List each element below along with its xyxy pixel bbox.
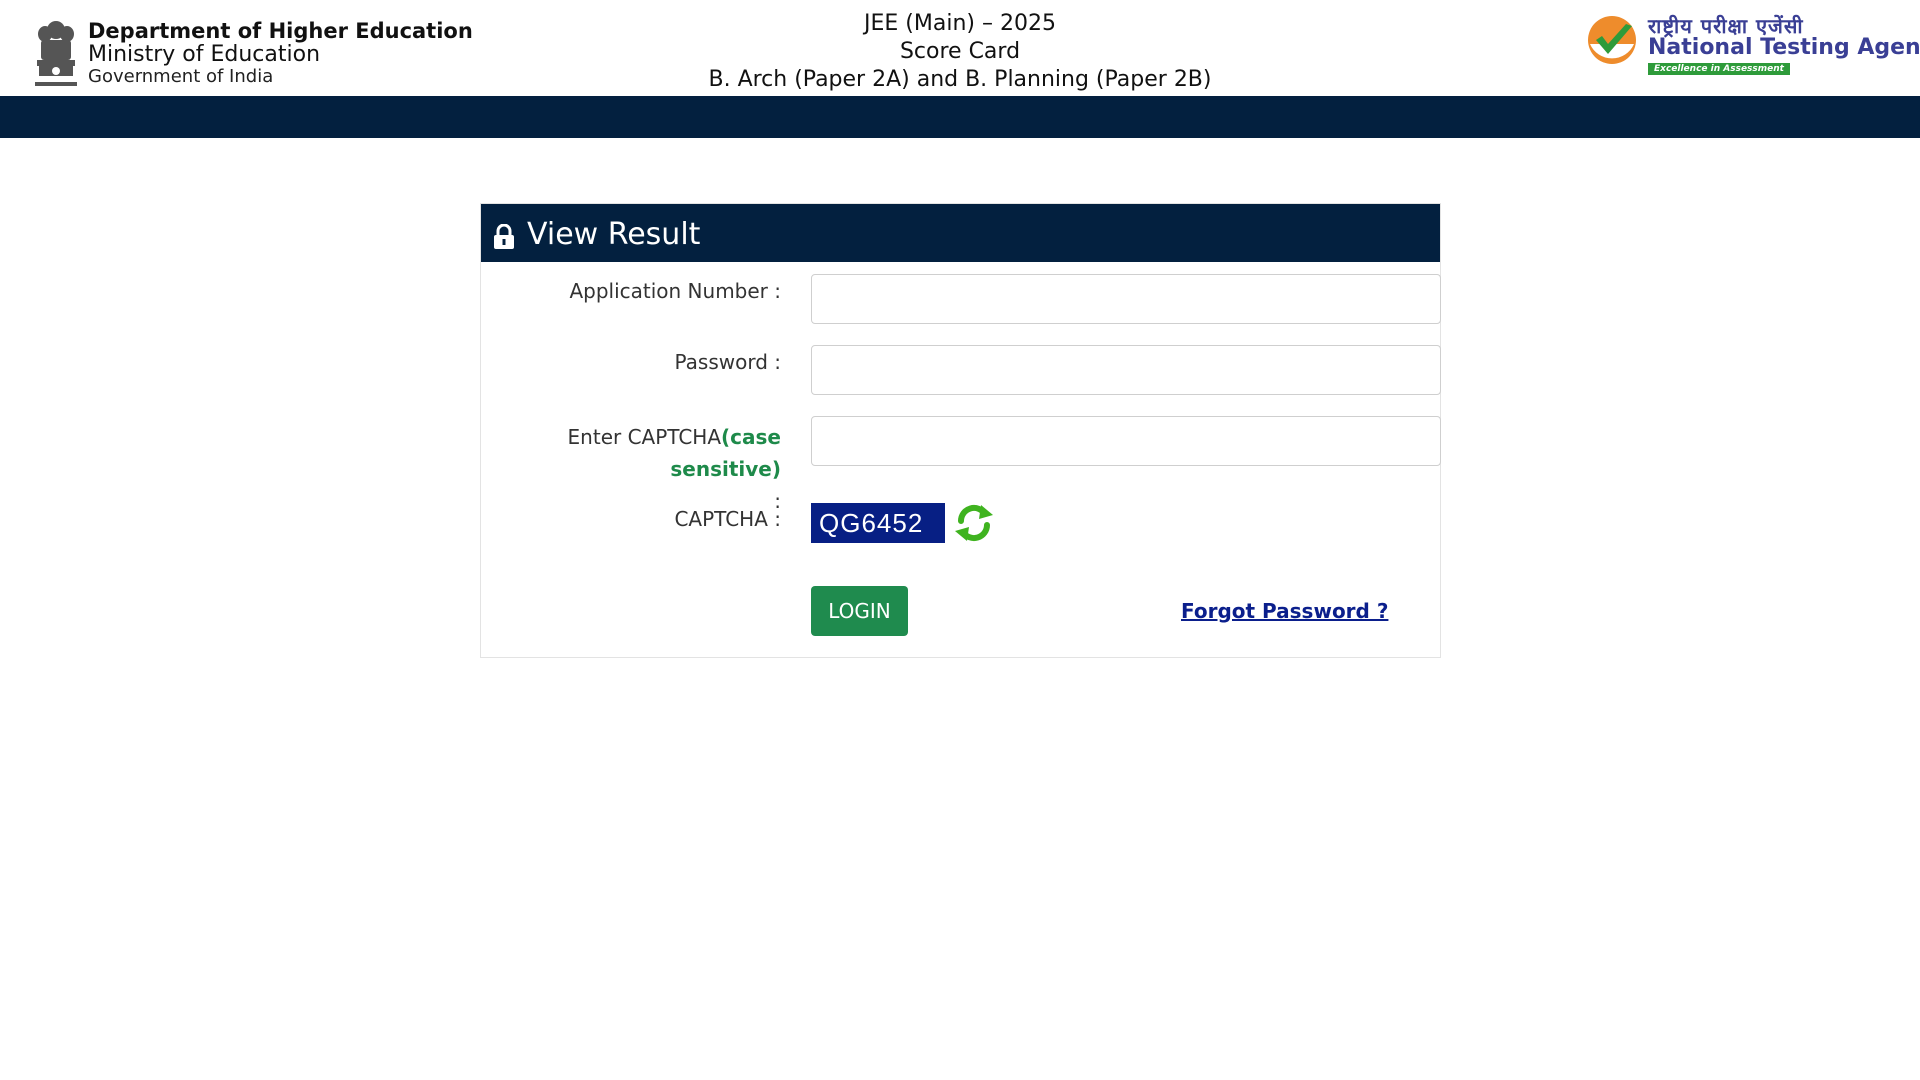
department-block: Department of Higher Education Ministry …	[88, 19, 473, 88]
login-button[interactable]: LOGIN	[811, 586, 908, 636]
login-card-title: View Result	[527, 217, 701, 252]
login-card: View Result Application Number : Passwor…	[480, 203, 1441, 658]
nta-tagline: Excellence in Assessment	[1648, 63, 1790, 75]
government-name: Government of India	[88, 66, 274, 88]
navbar	[0, 96, 1920, 138]
forgot-password-link[interactable]: Forgot Password ?	[1181, 599, 1388, 623]
exam-title: JEE (Main) – 2025	[864, 11, 1056, 36]
password-label: Password :	[674, 350, 781, 374]
captcha-input-label: Enter CAPTCHA(case sensitive) :	[481, 421, 781, 517]
nta-checkmark-logo-icon	[1588, 16, 1636, 64]
password-input[interactable]	[811, 345, 1441, 395]
ministry-name: Ministry of Education	[88, 42, 321, 68]
site-header: Department of Higher Education Ministry …	[0, 0, 1920, 96]
exam-title-block: JEE (Main) – 2025 Score Card B. Arch (Pa…	[660, 10, 1260, 94]
captcha-image: QG6452	[811, 503, 945, 543]
application-number-input[interactable]	[811, 274, 1441, 324]
lock-icon	[494, 224, 514, 249]
national-emblem-icon	[35, 21, 77, 86]
department-name: Department of Higher Education	[88, 19, 473, 43]
paper-title: B. Arch (Paper 2A) and B. Planning (Pape…	[708, 67, 1212, 92]
captcha-input[interactable]	[811, 416, 1441, 466]
doc-title: Score Card	[899, 39, 1021, 64]
nta-logo: राष्ट्रीय परीक्षा एजेंसी National Testin…	[1586, 12, 1920, 76]
captcha-input-label-text: Enter CAPTCHA	[567, 425, 722, 449]
login-card-header: View Result	[481, 204, 1440, 262]
refresh-icon[interactable]	[953, 501, 995, 545]
application-number-label: Application Number :	[569, 279, 781, 303]
nta-english-name: National Testing Agency	[1648, 35, 1920, 60]
captcha-label: CAPTCHA :	[674, 507, 781, 531]
